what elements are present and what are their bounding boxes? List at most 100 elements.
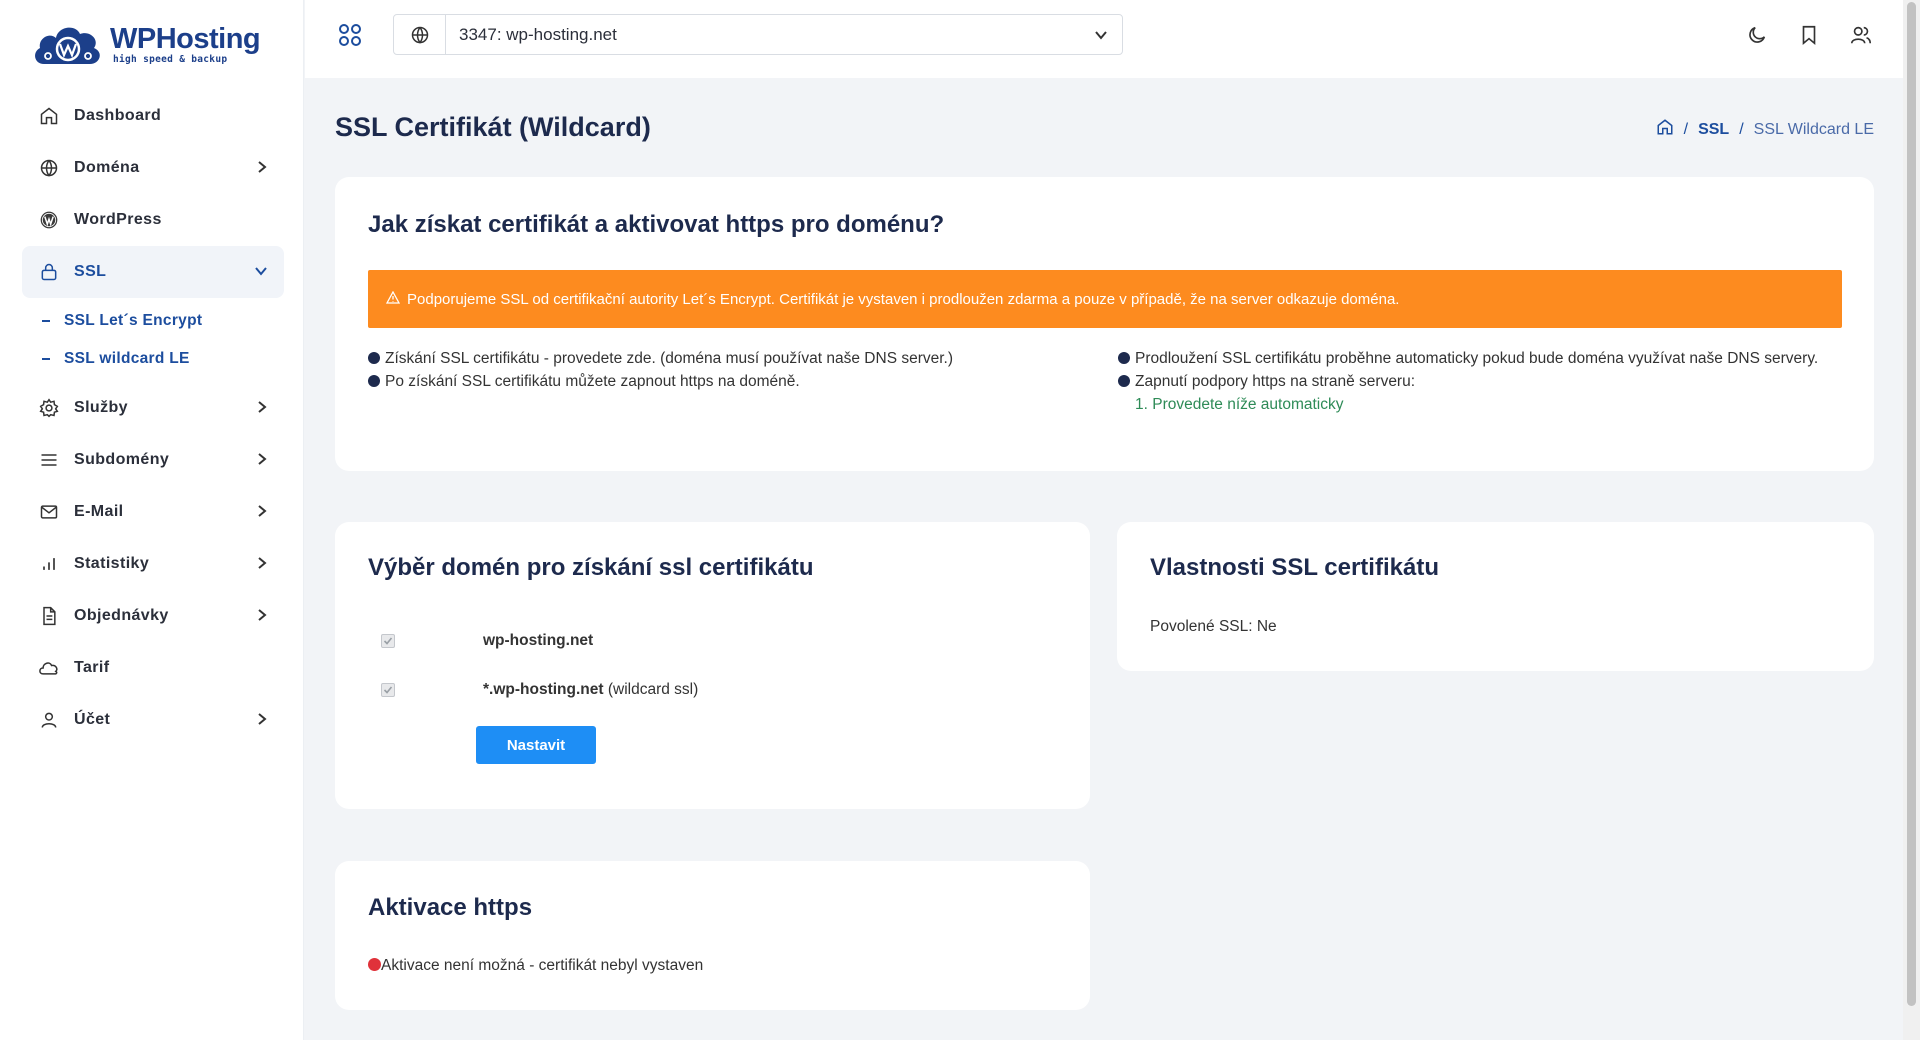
warning-icon: [385, 290, 401, 308]
header-actions: [1743, 21, 1875, 49]
chevron-right-icon: [256, 712, 268, 731]
dash-icon: [42, 358, 50, 360]
domain-checkbox[interactable]: [381, 683, 395, 697]
sidebar-item-label: WordPress: [74, 211, 162, 228]
info-item: Zapnutí podpory https na straně serveru:: [1118, 370, 1838, 393]
lock-icon: [38, 261, 60, 283]
domain-select[interactable]: 3347: wp-hosting.net: [393, 14, 1123, 55]
domain-suffix: (wildcard ssl): [603, 681, 699, 698]
brand-tagline: high speed & backup: [113, 54, 228, 66]
sidebar-item-subdomeny[interactable]: Subdomény: [22, 434, 284, 486]
breadcrumb-separator: /: [1683, 120, 1689, 138]
sidebar-item-label: Objednávky: [74, 607, 169, 624]
https-status-text: Aktivace není možná - certifikát nebyl v…: [381, 957, 704, 974]
domain-name: *.wp-hosting.net: [483, 681, 604, 698]
properties-card-title: Vlastnosti SSL certifikátu: [1150, 554, 1439, 581]
chevron-right-icon: [256, 400, 268, 419]
sidebar-item-label: Subdomény: [74, 451, 170, 468]
domain-card-title: Výběr domén pro získání ssl certifikátu: [368, 554, 814, 581]
https-status: Aktivace není možná - certifikát nebyl v…: [368, 957, 703, 975]
sidebar-item-label: E-Mail: [74, 503, 124, 520]
sidebar-item-label: Účet: [74, 711, 111, 728]
info-step: 1. Provedete níže automaticky: [1135, 396, 1344, 413]
chevron-right-icon: [256, 504, 268, 523]
domain-selection-card: Výběr domén pro získání ssl certifikátu …: [335, 522, 1090, 809]
chevron-right-icon: [256, 452, 268, 471]
topbar: 3347: wp-hosting.net: [305, 0, 1903, 78]
https-activation-card: Aktivace https Aktivace není možná - cer…: [335, 861, 1090, 1010]
menu-icon: [38, 449, 60, 471]
brand-name: WPHosting: [110, 23, 261, 56]
sidebar-item-objednavky[interactable]: Objednávky: [22, 590, 284, 642]
sidebar-nav: Dashboard Doména WordPress SSL SSL Let´s…: [22, 90, 284, 746]
bar-chart-icon: [38, 553, 60, 575]
chevron-down-icon: [254, 264, 268, 282]
brand-logo[interactable]: WPHosting high speed & backup: [32, 18, 261, 72]
page-scrollbar[interactable]: [1903, 0, 1920, 1040]
sidebar-item-ucet[interactable]: Účet: [22, 694, 284, 746]
sidebar-item-statistiky[interactable]: Statistiky: [22, 538, 284, 590]
chevron-right-icon: [256, 556, 268, 575]
sidebar-item-dashboard[interactable]: Dashboard: [22, 90, 284, 142]
sidebar-subitem-label: SSL Let´s Encrypt: [64, 312, 203, 329]
sidebar-item-wordpress[interactable]: WordPress: [22, 194, 284, 246]
wordpress-icon: [38, 209, 60, 231]
sidebar-item-label: Dashboard: [74, 107, 162, 124]
breadcrumb-separator: /: [1739, 120, 1744, 138]
sidebar-subitem-label: SSL wildcard LE: [64, 350, 190, 367]
domain-row: wp-hosting.net: [381, 632, 593, 650]
status-dot-icon: [368, 958, 381, 971]
domain-select-value: 3347: wp-hosting.net: [459, 24, 617, 44]
ssl-enabled-status: Povolené SSL: Ne: [1150, 618, 1277, 635]
chevron-right-icon: [256, 160, 268, 179]
home-icon: [38, 105, 60, 127]
info-card: Jak získat certifikát a aktivovat https …: [335, 177, 1874, 471]
sidebar: WPHosting high speed & backup Dashboard …: [0, 0, 304, 1040]
bookmark-icon[interactable]: [1795, 21, 1823, 49]
domain-checkbox[interactable]: [381, 634, 395, 648]
user-icon: [38, 709, 60, 731]
sidebar-item-ssl[interactable]: SSL: [22, 246, 284, 298]
bullet-icon: [1118, 375, 1130, 387]
chevron-down-icon: [1094, 28, 1108, 46]
home-icon[interactable]: [1656, 118, 1674, 141]
domain-row: *.wp-hosting.net (wildcard ssl): [381, 681, 698, 699]
page-title: SSL Certifikát (Wildcard): [335, 112, 651, 142]
sidebar-subitem-ssl-wildcard[interactable]: SSL wildcard LE: [22, 340, 284, 378]
bullet-icon: [368, 375, 380, 387]
ssl-properties-card: Vlastnosti SSL certifikátu Povolené SSL:…: [1117, 522, 1874, 671]
cloud-icon: [38, 657, 60, 679]
moon-icon[interactable]: [1743, 21, 1771, 49]
bullet-icon: [1118, 352, 1130, 364]
sidebar-item-sluzby[interactable]: Služby: [22, 382, 284, 434]
sidebar-item-label: Statistiky: [74, 555, 150, 572]
sidebar-item-label: Služby: [74, 399, 128, 416]
globe-icon: [38, 157, 60, 179]
sidebar-item-label: SSL: [74, 263, 107, 280]
mail-icon: [38, 501, 60, 523]
sidebar-item-email[interactable]: E-Mail: [22, 486, 284, 538]
domain-name: wp-hosting.net: [483, 632, 594, 649]
info-left-column: Získání SSL certifikátu - provedete zde.…: [368, 347, 1068, 393]
breadcrumb-ssl[interactable]: SSL: [1698, 121, 1729, 139]
nastavit-button[interactable]: Nastavit: [476, 726, 596, 764]
info-item: Prodloužení SSL certifikátu proběhne aut…: [1118, 347, 1838, 370]
users-icon[interactable]: [1847, 21, 1875, 49]
ssl-submenu: SSL Let´s Encrypt SSL wildcard LE: [22, 298, 284, 382]
sidebar-subitem-ssl-letsencrypt[interactable]: SSL Let´s Encrypt: [22, 302, 284, 340]
alert-text: Podporujeme SSL od certifikační autority…: [407, 290, 1400, 308]
logo-cloud-icon: [35, 27, 100, 64]
scrollbar-thumb[interactable]: [1907, 2, 1916, 1006]
document-icon: [38, 605, 60, 627]
sidebar-item-domena[interactable]: Doména: [22, 142, 284, 194]
dash-icon: [42, 320, 50, 322]
sidebar-item-label: Tarif: [74, 659, 110, 676]
apps-grid-icon[interactable]: [337, 22, 363, 48]
chevron-right-icon: [256, 608, 268, 627]
sidebar-item-tarif[interactable]: Tarif: [22, 642, 284, 694]
gear-icon: [38, 397, 60, 419]
sidebar-item-label: Doména: [74, 159, 140, 176]
info-item: Získání SSL certifikátu - provedete zde.…: [368, 347, 1068, 370]
info-item: Po získání SSL certifikátu můžete zapnou…: [368, 370, 1068, 393]
breadcrumb: / SSL / SSL Wildcard LE: [1656, 118, 1874, 141]
